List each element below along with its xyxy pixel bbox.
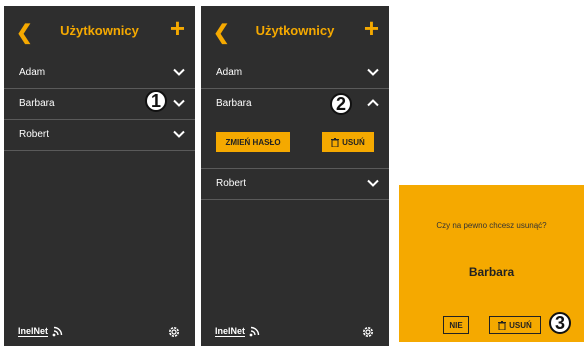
user-name: Adam: [216, 67, 243, 78]
add-user-button[interactable]: +: [364, 15, 379, 41]
users-screen-expanded: ❮ Użytkownicy + Adam Barbara ZMIEŃ HASŁO…: [201, 6, 389, 346]
dialog-user-name: Barbara: [468, 265, 515, 279]
list-item-expanded: Barbara ZMIEŃ HASŁO USUŃ: [201, 89, 389, 169]
list-item[interactable]: Adam: [201, 58, 389, 89]
header: ❮ Użytkownicy +: [4, 6, 195, 58]
delete-button[interactable]: USUŃ: [322, 132, 374, 152]
page-title: Użytkownicy: [255, 23, 335, 38]
dialog-question: Czy na pewno chcesz usunąć?: [436, 221, 547, 230]
users-screen-collapsed: ❮ Użytkownicy + Adam Barbara Robert Inel…: [4, 6, 195, 346]
wifi-icon: [52, 326, 63, 337]
chevron-down-icon[interactable]: [173, 66, 185, 78]
add-user-button[interactable]: +: [170, 15, 185, 41]
cancel-button[interactable]: NIE: [443, 316, 469, 334]
chevron-down-icon[interactable]: [367, 66, 379, 78]
page-title: Użytkownicy: [60, 23, 139, 38]
user-name: Robert: [19, 129, 50, 140]
footer: InelNet: [201, 318, 389, 346]
trash-icon: [498, 320, 507, 330]
step-badge: 2: [330, 93, 352, 115]
step-badge: 3: [549, 312, 571, 334]
gear-icon[interactable]: [361, 325, 375, 339]
footer: InelNet: [4, 318, 195, 346]
chevron-down-icon[interactable]: [173, 128, 185, 140]
change-password-button[interactable]: ZMIEŃ HASŁO: [216, 132, 290, 152]
step-badge: 1: [145, 90, 167, 112]
user-name: Barbara: [216, 98, 252, 109]
inelnet-logo: InelNet: [18, 326, 49, 337]
chevron-up-icon[interactable]: [367, 97, 379, 109]
gear-icon[interactable]: [167, 325, 181, 339]
trash-icon: [331, 137, 340, 147]
user-name: Barbara: [19, 98, 55, 109]
wifi-icon: [249, 326, 260, 337]
list-item[interactable]: Robert: [4, 120, 195, 151]
list-item[interactable]: Adam: [4, 58, 195, 89]
user-name: Robert: [216, 178, 247, 189]
confirm-delete-button[interactable]: USUŃ: [489, 316, 541, 334]
chevron-down-icon[interactable]: [173, 97, 185, 109]
chevron-down-icon[interactable]: [367, 177, 379, 189]
list-item[interactable]: Robert: [201, 169, 389, 200]
user-name: Adam: [19, 67, 46, 78]
header: ❮ Użytkownicy +: [201, 6, 389, 58]
inelnet-logo: InelNet: [215, 326, 246, 337]
